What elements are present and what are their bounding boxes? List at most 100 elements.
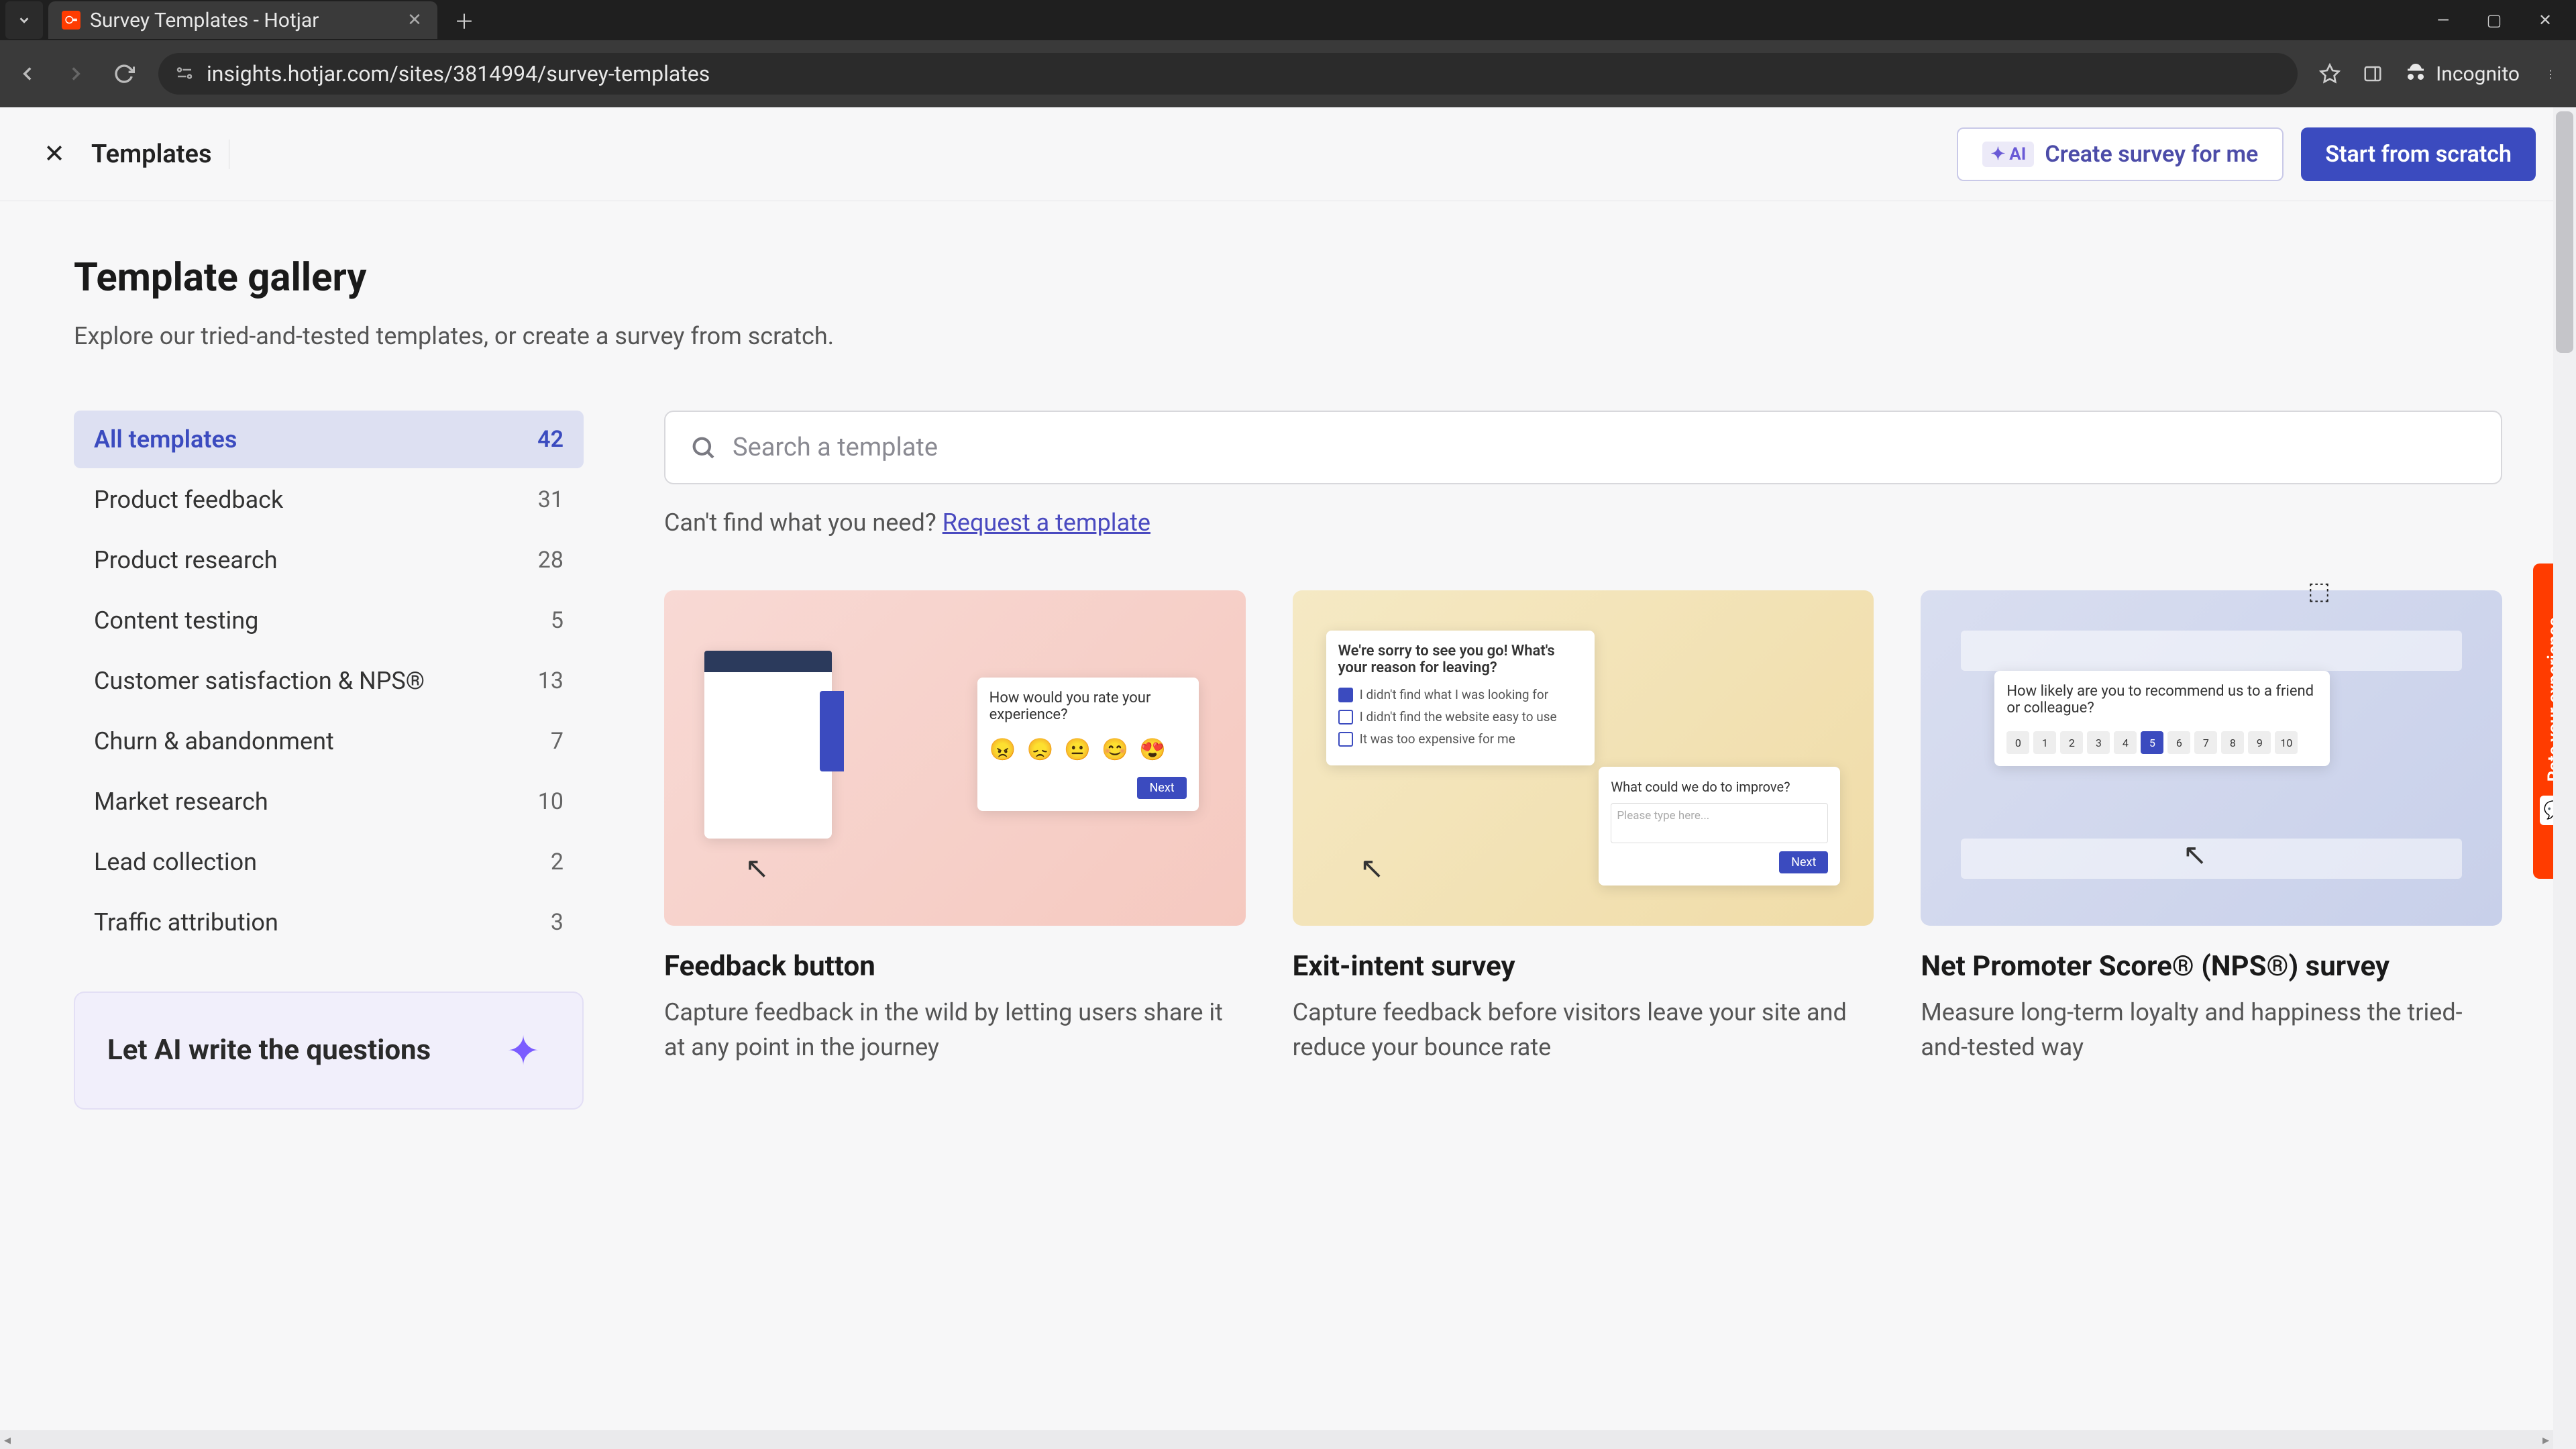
- category-count: 13: [538, 667, 564, 694]
- category-label: Product research: [94, 546, 278, 574]
- card-title: Exit-intent survey: [1293, 950, 1874, 983]
- template-card-exit-intent[interactable]: We're sorry to see you go! What's your r…: [1293, 590, 1874, 1065]
- close-templates-button[interactable]: ✕: [40, 140, 68, 168]
- forward-button[interactable]: [62, 60, 90, 88]
- card-thumbnail: We're sorry to see you go! What's your r…: [1293, 590, 1874, 926]
- mock-browser: [704, 651, 832, 839]
- app-viewport: ✕ Templates ✦ AI Create survey for me St…: [0, 107, 2576, 1449]
- minimize-button[interactable]: —: [2431, 8, 2455, 32]
- back-button[interactable]: [13, 60, 42, 88]
- mock-improve-widget: What could we do to improve? Please type…: [1599, 767, 1840, 885]
- nps-number: 1: [2033, 731, 2056, 754]
- horizontal-scrollbar[interactable]: ◂▸: [0, 1430, 2553, 1449]
- category-label: Traffic attribution: [94, 908, 278, 936]
- card-description: Capture feedback before visitors leave y…: [1293, 995, 1874, 1065]
- category-label: Lead collection: [94, 848, 257, 876]
- browser-tab[interactable]: ⧃ Survey Templates - Hotjar ✕: [48, 1, 437, 39]
- address-bar[interactable]: insights.hotjar.com/sites/3814994/survey…: [158, 53, 2298, 95]
- request-template-link[interactable]: Request a template: [943, 508, 1150, 537]
- cursor-icon: ↖: [745, 851, 769, 885]
- nps-number: 7: [2194, 731, 2217, 754]
- page-title: Template gallery: [74, 255, 2502, 301]
- reload-button[interactable]: [110, 60, 138, 88]
- browser-toolbar: insights.hotjar.com/sites/3814994/survey…: [0, 40, 2576, 107]
- sparkle-icon: ✦: [496, 1024, 550, 1077]
- nps-number: 3: [2087, 731, 2110, 754]
- create-survey-label: Create survey for me: [2045, 141, 2258, 168]
- incognito-indicator[interactable]: Incognito: [2404, 62, 2520, 86]
- request-template-line: Can't find what you need? Request a temp…: [664, 508, 2502, 537]
- nps-number: 2: [2060, 731, 2083, 754]
- mock-rating-widget: How would you rate your experience? 😠😞😐😊…: [977, 678, 1199, 811]
- app-header: ✕ Templates ✦ AI Create survey for me St…: [0, 107, 2576, 201]
- category-item[interactable]: Market research10: [74, 773, 584, 830]
- category-count: 28: [538, 547, 564, 574]
- tab-close-button[interactable]: ✕: [405, 11, 424, 30]
- template-card-nps[interactable]: How likely are you to recommend us to a …: [1921, 590, 2502, 1065]
- category-label: Customer satisfaction & NPS®: [94, 667, 425, 695]
- category-item[interactable]: Content testing 5: [74, 592, 584, 649]
- category-item[interactable]: Traffic attribution 3: [74, 894, 584, 951]
- category-label: All templates: [94, 425, 237, 453]
- category-item[interactable]: Customer satisfaction & NPS® 13: [74, 652, 584, 710]
- category-count: 5: [551, 607, 564, 634]
- main-content: Can't find what you need? Request a temp…: [664, 411, 2502, 1110]
- incognito-label: Incognito: [2436, 62, 2520, 86]
- category-count: 7: [551, 728, 564, 755]
- tab-search-dropdown[interactable]: [5, 1, 43, 39]
- page-subtitle: Explore our tried-and-tested templates, …: [74, 322, 2502, 350]
- ai-promo-card[interactable]: Let AI write the questions ✦: [74, 991, 584, 1110]
- ai-chip: ✦ AI: [1982, 142, 2034, 167]
- category-label: Product feedback: [94, 486, 283, 514]
- category-count: 3: [551, 909, 564, 936]
- browser-menu-icon[interactable]: ⋮: [2538, 62, 2563, 86]
- template-card-feedback-button[interactable]: How would you rate your experience? 😠😞😐😊…: [664, 590, 1246, 1065]
- favicon-icon: ⧃: [62, 11, 80, 30]
- vertical-scrollbar[interactable]: [2553, 107, 2576, 1449]
- card-description: Capture feedback in the wild by letting …: [664, 995, 1246, 1065]
- browser-titlebar: ⧃ Survey Templates - Hotjar ✕ ＋ — ▢ ✕: [0, 0, 2576, 40]
- ai-promo-text: Let AI write the questions: [107, 1033, 431, 1069]
- mock-nps-widget: How likely are you to recommend us to a …: [1994, 671, 2330, 766]
- nps-number: 4: [2114, 731, 2137, 754]
- site-settings-icon[interactable]: [174, 63, 196, 85]
- search-field[interactable]: [664, 411, 2502, 484]
- search-icon: [690, 434, 716, 461]
- window-controls: — ▢ ✕: [2431, 8, 2571, 32]
- new-tab-button[interactable]: ＋: [451, 7, 478, 34]
- card-thumbnail: How likely are you to recommend us to a …: [1921, 590, 2502, 926]
- maximize-button[interactable]: ▢: [2482, 8, 2506, 32]
- category-item[interactable]: Lead collection 2: [74, 833, 584, 891]
- category-label: Market research: [94, 788, 268, 816]
- nps-number: 8: [2221, 731, 2244, 754]
- nps-number: 0: [2006, 731, 2029, 754]
- bookmark-icon[interactable]: [2318, 62, 2342, 86]
- card-title: Feedback button: [664, 950, 1246, 983]
- category-count: 42: [537, 426, 564, 453]
- start-from-scratch-button[interactable]: Start from scratch: [2301, 127, 2536, 181]
- card-description: Measure long-term loyalty and happiness …: [1921, 995, 2502, 1065]
- close-window-button[interactable]: ✕: [2533, 8, 2557, 32]
- header-title: Templates: [91, 140, 229, 169]
- category-item[interactable]: All templates 42: [74, 411, 584, 468]
- template-grid: How would you rate your experience? 😠😞😐😊…: [664, 590, 2502, 1065]
- sidepanel-icon[interactable]: [2361, 62, 2385, 86]
- category-count: 2: [551, 849, 564, 875]
- tab-title: Survey Templates - Hotjar: [90, 9, 396, 32]
- category-label: Content testing: [94, 606, 258, 635]
- url-text: insights.hotjar.com/sites/3814994/survey…: [207, 61, 710, 87]
- category-sidebar: All templates42Product feedback31Product…: [74, 411, 584, 1110]
- category-item[interactable]: Product research 28: [74, 531, 584, 589]
- cursor-icon: ↖: [1360, 851, 1385, 885]
- cursor-icon: ↖: [2182, 837, 2207, 872]
- create-survey-ai-button[interactable]: ✦ AI Create survey for me: [1957, 127, 2284, 181]
- nps-number: 5: [2141, 731, 2163, 754]
- category-count: 31: [538, 486, 564, 513]
- nps-number: 6: [2167, 731, 2190, 754]
- category-item[interactable]: Product feedback 31: [74, 471, 584, 529]
- search-input[interactable]: [733, 433, 2477, 462]
- page-body: Template gallery Explore our tried-and-t…: [0, 201, 2576, 1110]
- category-label: Churn & abandonment: [94, 727, 334, 755]
- nps-number: 9: [2248, 731, 2271, 754]
- category-item[interactable]: Churn & abandonment 7: [74, 712, 584, 770]
